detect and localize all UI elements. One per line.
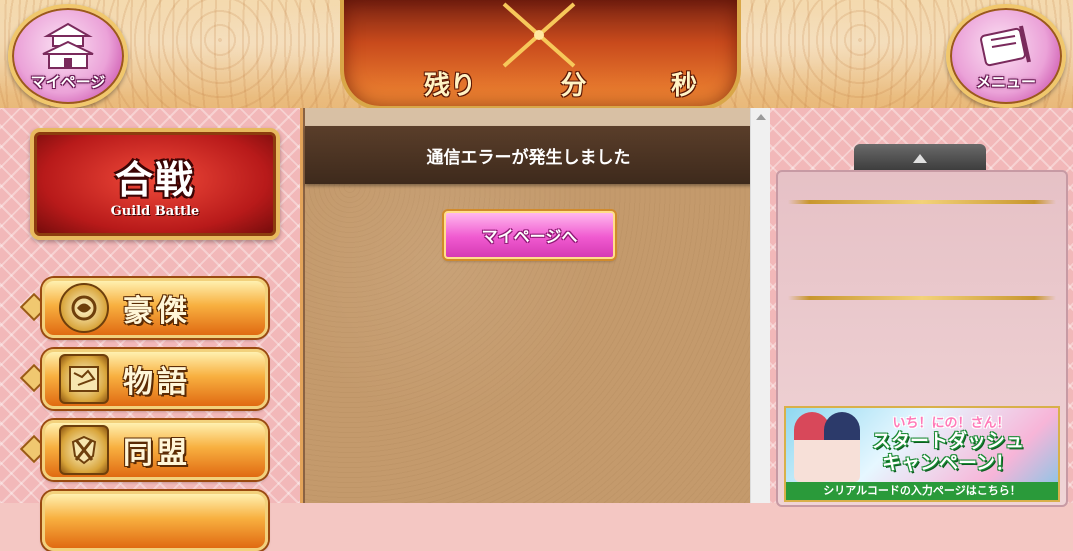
- timer-second-label: 秒: [670, 70, 697, 101]
- sidebar-item-label: 同盟: [123, 436, 191, 471]
- banner-footer-text: シリアルコードの入力ページはこちら！: [786, 482, 1058, 500]
- mypage-round-label: マイページ: [30, 73, 106, 91]
- mypage-round-button[interactable]: マイページ: [8, 4, 128, 108]
- crossed-swords-shield-icon: [59, 425, 109, 475]
- main-content: 通信エラーが発生しました マイページへ: [303, 108, 752, 503]
- banner-top-text: いち！にの！さん！: [892, 416, 1010, 431]
- main-top-strip: [305, 108, 752, 126]
- sidebar-item-story[interactable]: 物語: [42, 349, 268, 409]
- left-sidebar: 合戦 Guild Battle 豪傑 物語 同盟: [0, 108, 303, 551]
- tiger-emblem-icon: [59, 283, 109, 333]
- sidebar-item-label: 豪傑: [123, 294, 191, 329]
- campaign-banner[interactable]: いち！にの！さん！ スタートダッシュ キャンペーン！ シリアルコードの入力ページ…: [784, 406, 1060, 502]
- go-to-mypage-button[interactable]: マイページへ: [444, 211, 615, 259]
- crossed-swords-icon: [494, 0, 584, 74]
- menu-round-button[interactable]: メニュー: [946, 4, 1066, 108]
- sidebar-item-heroes[interactable]: 豪傑: [42, 278, 268, 338]
- map-scroll-icon: [59, 354, 109, 404]
- menu-round-label: メニュー: [975, 73, 1036, 91]
- timer-row: 残り 分 秒: [424, 64, 697, 102]
- guild-battle-subtitle: Guild Battle: [110, 204, 200, 219]
- castle-icon: [39, 22, 97, 76]
- right-sidebar: いち！にの！さん！ スタートダッシュ キャンペーン！ シリアルコードの入力ページ…: [770, 108, 1073, 507]
- gold-divider: [788, 200, 1056, 204]
- guild-battle-button[interactable]: 合戦 Guild Battle: [30, 128, 280, 240]
- scroll-up-arrow-icon[interactable]: [756, 114, 766, 120]
- scroll-brush-icon: [977, 22, 1035, 76]
- banner-headline: スタートダッシュ キャンペーン！: [848, 430, 1048, 474]
- main-scrollbar[interactable]: [750, 108, 771, 503]
- guild-battle-title: 合戦: [114, 157, 195, 202]
- sidebar-item-label: 物語: [123, 365, 191, 400]
- banner-headline-line2: キャンペーン！: [881, 452, 1015, 474]
- collapse-panel-tab[interactable]: [854, 144, 986, 172]
- header: マイページ 残り 分 秒 メニュー: [0, 0, 1073, 111]
- error-banner: 通信エラーが発生しました: [305, 126, 752, 184]
- banner-headline-line1: スタートダッシュ: [871, 430, 1024, 452]
- gold-divider: [788, 296, 1056, 300]
- timer-minute-label: 分: [560, 70, 587, 101]
- timer-frame: 残り 分 秒: [340, 0, 741, 110]
- timer-remain-label: 残り: [424, 70, 477, 101]
- sidebar-item-alliance[interactable]: 同盟: [42, 420, 268, 480]
- error-message: 通信エラーが発生しました: [426, 147, 631, 168]
- triangle-up-icon: [913, 153, 927, 163]
- sidebar-item-next[interactable]: [42, 491, 268, 551]
